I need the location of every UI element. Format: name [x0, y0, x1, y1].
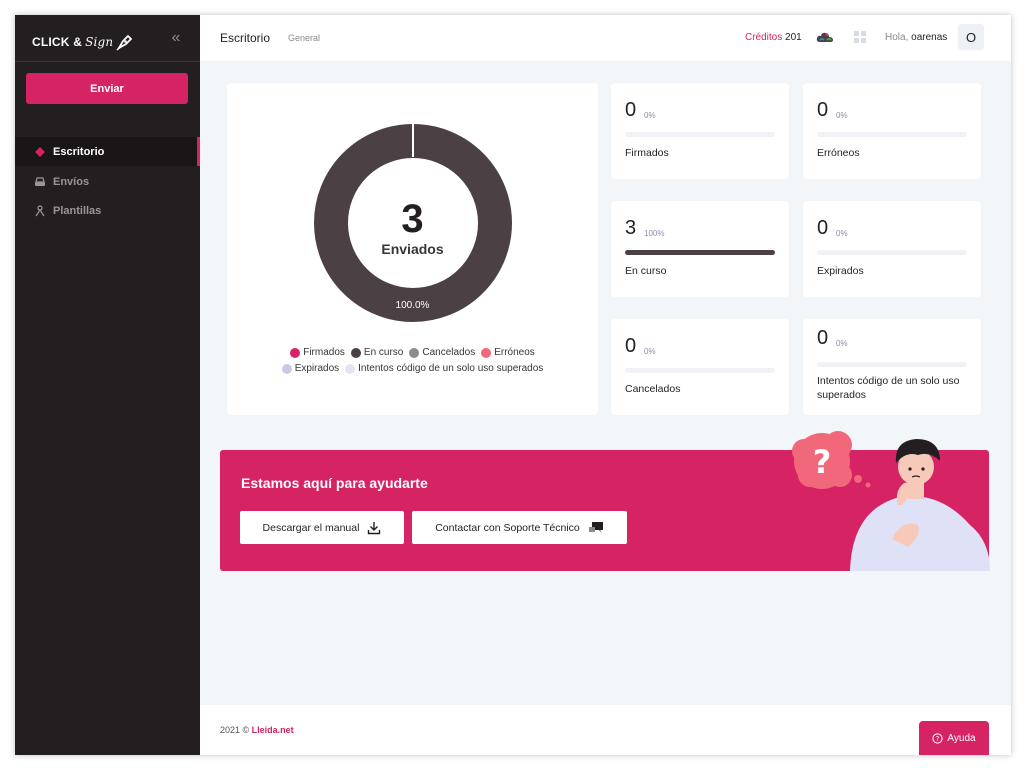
stat-progress-bar — [817, 250, 967, 255]
footer-brand-link[interactable]: Lleida.net — [252, 725, 294, 735]
stat-card-erroneos[interactable]: 0 0% Erróneos — [803, 83, 981, 179]
stat-percent: 0% — [836, 111, 848, 120]
stat-label: En curso — [625, 265, 667, 277]
brand-name: CLICK & — [32, 35, 83, 49]
template-person-icon — [33, 204, 47, 218]
svg-text:?: ? — [813, 443, 832, 481]
pen-nib-icon — [116, 34, 133, 51]
stat-value: 0 — [817, 327, 829, 349]
stat-card-firmados[interactable]: 0 0% Firmados — [611, 83, 789, 179]
question-bubble-icon: ? — [792, 431, 871, 489]
stat-value: 0 — [625, 335, 637, 357]
help-button-label: Ayuda — [947, 732, 976, 744]
send-button[interactable]: Enviar — [26, 73, 188, 104]
sidebar-item-label: Envíos — [53, 175, 90, 188]
sidebar: CLICK & Sign « Enviar Escritorio Envíos — [15, 15, 200, 755]
donut-segment-label: 100.0% — [395, 300, 430, 311]
brand-logo[interactable]: CLICK & Sign — [32, 27, 135, 57]
help-title: Estamos aquí para ayudarte — [241, 475, 428, 491]
donut-center-label: Enviados — [381, 241, 444, 257]
stat-label: Expirados — [817, 265, 864, 277]
user-greeting: Hola, oarenas — [885, 32, 947, 43]
stat-progress-bar — [625, 368, 775, 373]
legend-item-intentos[interactable]: Intentos código de un solo uso superados — [345, 363, 543, 374]
credits-indicator: Créditos 201 — [745, 32, 802, 43]
apps-grid-icon[interactable] — [854, 31, 866, 43]
chat-bubbles-icon — [588, 521, 603, 533]
stat-progress-bar — [625, 132, 775, 137]
sidebar-item-label: Escritorio — [53, 145, 105, 158]
greeting-label: Hola, — [885, 32, 909, 43]
cloud-icon[interactable] — [816, 31, 834, 43]
stat-value: 0 — [817, 99, 829, 121]
stat-label: Cancelados — [625, 383, 681, 395]
stat-card-cancelados[interactable]: 0 0% Cancelados — [611, 319, 789, 415]
stat-card-intentos[interactable]: 0 0% Intentos código de un solo uso supe… — [803, 319, 981, 415]
stat-percent: 0% — [836, 339, 848, 348]
help-button[interactable]: ? Ayuda — [919, 721, 989, 755]
stat-label: Intentos código de un solo uso superados — [817, 375, 960, 401]
sidebar-divider — [15, 61, 200, 62]
stat-progress-bar — [625, 250, 775, 255]
top-bar: Escritorio General Créditos 201 Hola, oa… — [200, 15, 1011, 61]
breadcrumb: General — [288, 33, 321, 43]
footer-copyright: 2021 © Lleida.net — [220, 725, 294, 735]
stat-label: Firmados — [625, 147, 669, 159]
footer: 2021 © Lleida.net ? Ayuda — [200, 705, 1011, 755]
stat-percent: 0% — [644, 347, 656, 356]
stat-value: 0 — [625, 99, 637, 121]
chart-legend-row-1: Firmados En curso Cancelados Erróneos — [227, 347, 598, 358]
stat-percent: 100% — [644, 229, 665, 238]
stat-card-en-curso[interactable]: 3 100% En curso — [611, 201, 789, 297]
legend-item-cancelados[interactable]: Cancelados — [409, 347, 475, 358]
credits-label: Créditos — [745, 32, 783, 43]
credits-value: 201 — [785, 32, 802, 43]
download-icon — [368, 521, 381, 534]
stat-progress-bar — [817, 362, 967, 367]
question-circle-icon: ? — [932, 732, 944, 744]
brand-script: Sign — [85, 35, 114, 49]
legend-item-firmados[interactable]: Firmados — [290, 347, 345, 358]
app-window: CLICK & Sign « Enviar Escritorio Envíos — [15, 15, 1011, 755]
inbox-tray-icon — [33, 175, 47, 189]
diamond-icon — [33, 145, 47, 159]
stat-progress-bar — [817, 132, 967, 137]
stat-value: 0 — [817, 217, 829, 239]
page-title: Escritorio — [220, 31, 271, 45]
sidebar-item-label: Plantillas — [53, 204, 102, 217]
legend-item-erroneos[interactable]: Erróneos — [481, 347, 535, 358]
stat-percent: 0% — [644, 111, 656, 120]
sidebar-item-envios[interactable]: Envíos — [15, 167, 200, 196]
stat-label: Erróneos — [817, 147, 860, 159]
contact-support-label: Contactar con Soporte Técnico — [435, 521, 580, 534]
username: oarenas — [911, 32, 948, 43]
download-manual-label: Descargar el manual — [262, 521, 360, 534]
stat-percent: 0% — [836, 229, 848, 238]
legend-item-en-curso[interactable]: En curso — [350, 347, 403, 358]
sidebar-item-escritorio[interactable]: Escritorio — [15, 137, 200, 166]
legend-item-expirados[interactable]: Expirados — [281, 363, 339, 374]
avatar[interactable]: O — [958, 24, 984, 50]
sent-summary-card: 3 Enviados 100.0% Firmados En curso Canc… — [227, 83, 598, 415]
contact-support-button[interactable]: Contactar con Soporte Técnico — [412, 511, 627, 544]
svg-text:?: ? — [936, 735, 940, 743]
collapse-sidebar-icon[interactable]: « — [167, 28, 185, 48]
stat-card-expirados[interactable]: 0 0% Expirados — [803, 201, 981, 297]
sidebar-item-plantillas[interactable]: Plantillas — [15, 196, 200, 225]
help-person-illustration: ? — [792, 431, 990, 571]
donut-center-value: 3 — [401, 197, 424, 241]
chart-legend-row-2: Expirados Intentos código de un solo uso… — [227, 363, 598, 374]
stat-value: 3 — [625, 217, 637, 239]
download-manual-button[interactable]: Descargar el manual — [240, 511, 404, 544]
